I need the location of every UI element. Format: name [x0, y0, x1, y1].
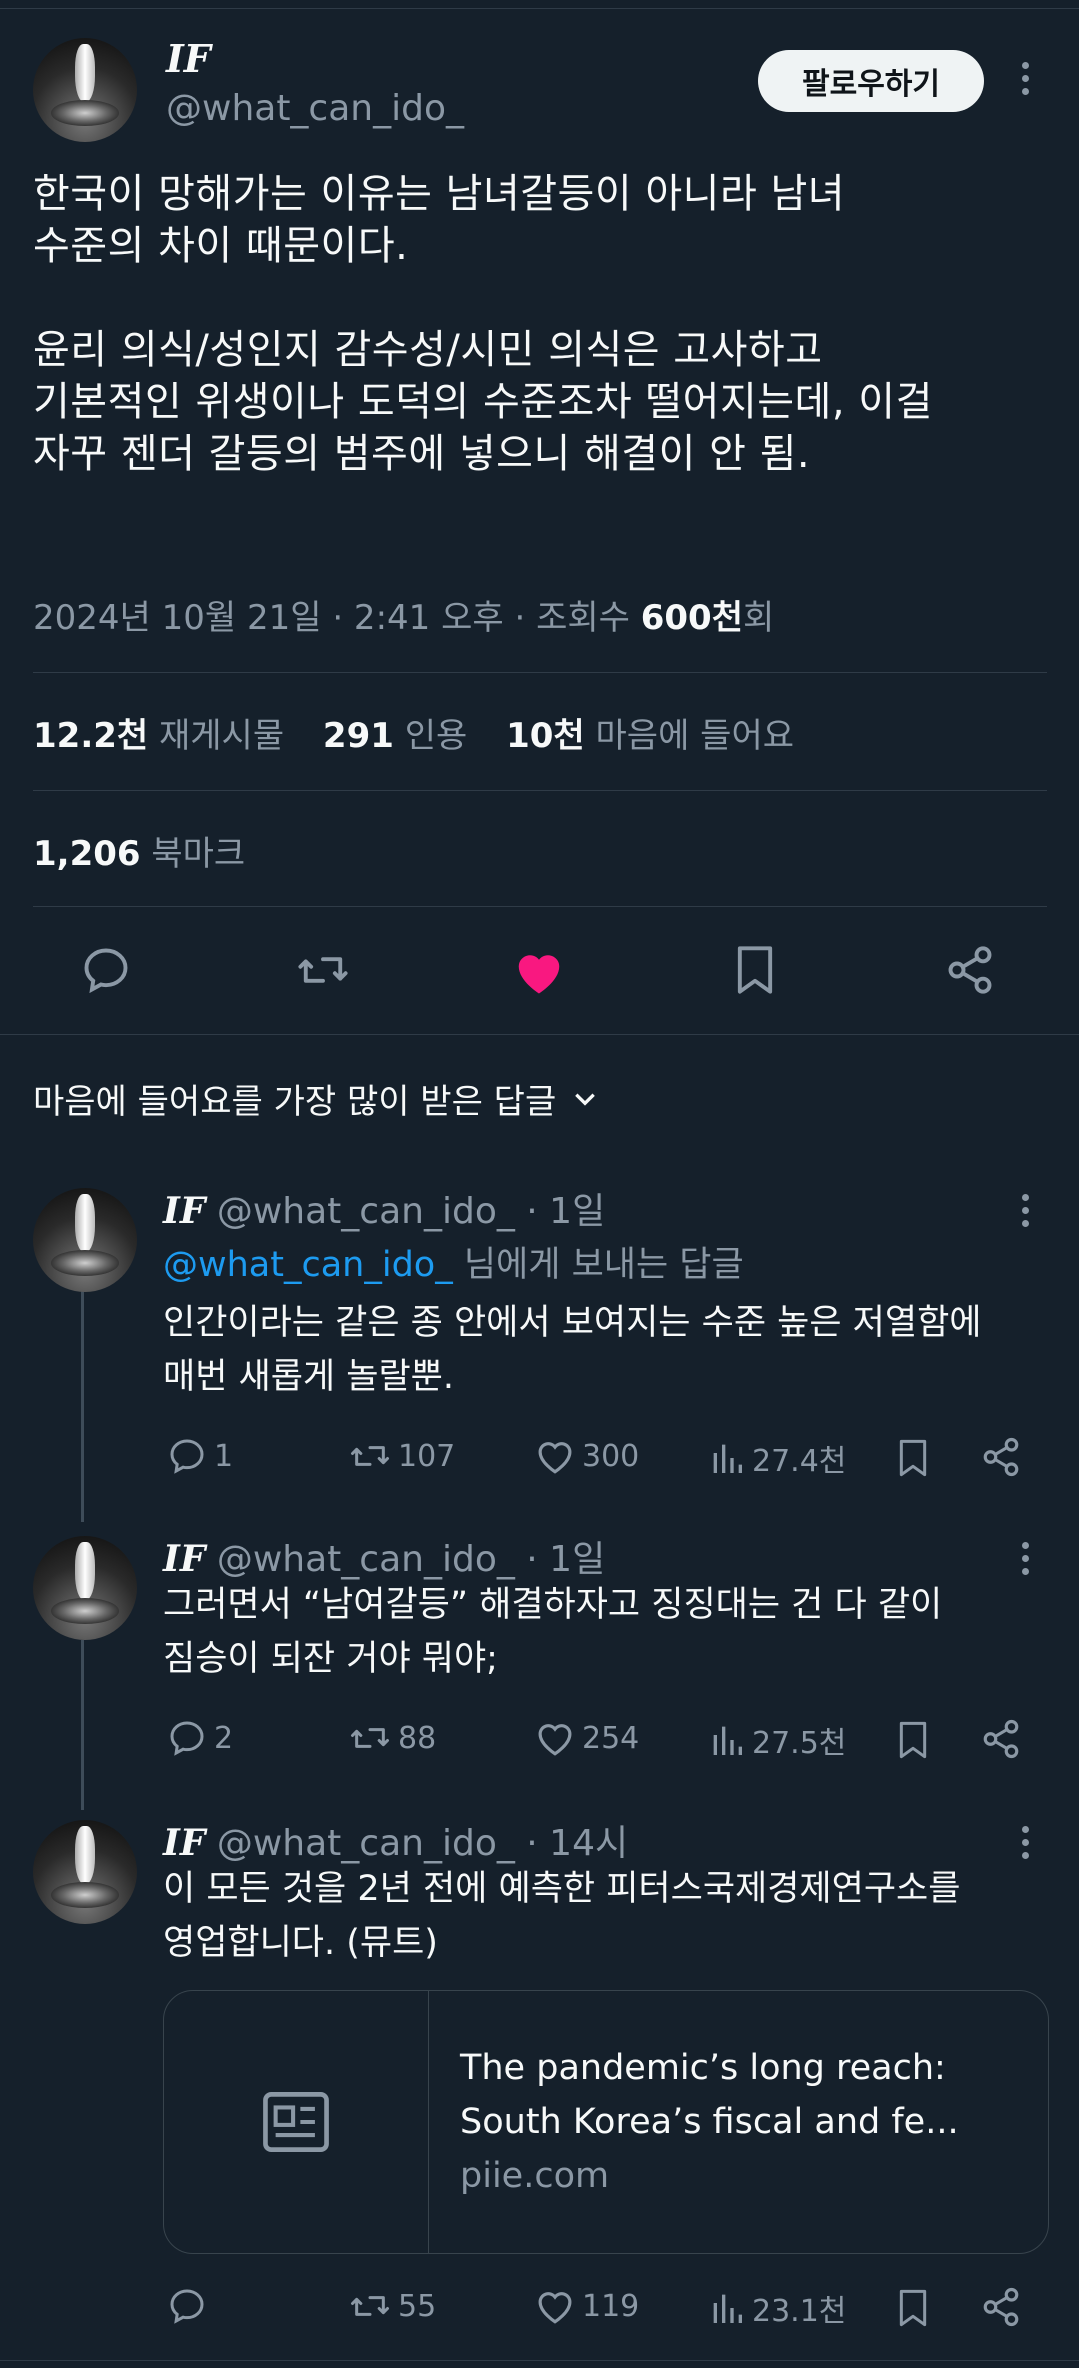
bookmark-icon[interactable]: [733, 944, 777, 1000]
views-count[interactable]: 27.5천: [708, 1718, 846, 1762]
divider: [0, 2360, 1079, 2361]
divider: [33, 790, 1047, 791]
reply-count[interactable]: [166, 2286, 214, 2326]
more-options-icon[interactable]: [1022, 1826, 1034, 1865]
repost-count[interactable]: 107: [348, 1436, 455, 1476]
reply-text-line: 인간이라는 같은 종 안에서 보여지는 수준 높은 저열함에: [163, 1303, 982, 1343]
reply-text: 인간이라는 같은 종 안에서 보여지는 수준 높은 저열함에 매번 새롭게 놀랄…: [163, 1296, 1043, 1404]
views-count[interactable]: 27.4천: [708, 1436, 846, 1480]
reply-to-handle[interactable]: @what_can_ido_: [163, 1245, 453, 1285]
view-count: 600천: [640, 598, 743, 638]
article-icon: [263, 2092, 329, 2152]
likes-stat[interactable]: 10천 마음에 들어요: [506, 716, 794, 756]
reply-handle[interactable]: @what_can_ido_: [217, 1191, 515, 1232]
bookmark-icon[interactable]: [896, 1720, 930, 1764]
reply-avatar[interactable]: [33, 1536, 137, 1640]
link-preview-card[interactable]: The pandemic’s long reach: South Korea’s…: [163, 1990, 1049, 2254]
like-count[interactable]: 119: [534, 2286, 639, 2326]
card-title-line: South Korea’s fiscal and fe...: [460, 2102, 959, 2142]
reply-count[interactable]: 1: [166, 1436, 233, 1476]
share-icon[interactable]: [980, 2286, 1022, 2332]
reply-display-name[interactable]: IF: [163, 1538, 205, 1580]
chevron-down-icon: [575, 1093, 596, 1106]
post-text-line: [33, 272, 1053, 324]
view-suffix: 회: [743, 598, 775, 638]
timestamp[interactable]: 2024년 10월 21일 · 2:41 오후 · 조회수: [33, 598, 641, 638]
reply-header: IF @what_can_ido_ · 1일: [163, 1530, 605, 1582]
reply-text-line: 그러면서 “남여갈등” 해결하자고 징징대는 건 다 같이: [163, 1585, 943, 1625]
reply-text: 그러면서 “남여갈등” 해결하자고 징징대는 건 다 같이 짐승이 되잔 거야 …: [163, 1578, 1043, 1686]
reply-avatar[interactable]: [33, 1188, 137, 1292]
reply-header: IF @what_can_ido_ · 14시: [163, 1814, 628, 1866]
engagement-stats: 12.2천 재게시물 291 인용 10천 마음에 들어요: [33, 708, 794, 757]
reply-time[interactable]: · 1일: [515, 1539, 605, 1580]
reply-count[interactable]: 2: [166, 1718, 233, 1758]
top-border: [0, 0, 1079, 9]
reply-icon[interactable]: [80, 944, 132, 1000]
reply-time[interactable]: · 14시: [515, 1823, 628, 1864]
bookmark-icon[interactable]: [896, 1438, 930, 1482]
reply-display-name[interactable]: IF: [163, 1822, 205, 1864]
post-text-line: 한국이 망해가는 이유는 남녀갈등이 아니라 남녀: [33, 171, 846, 217]
more-options-icon[interactable]: [1022, 1542, 1034, 1581]
replies-sort-dropdown[interactable]: 마음에 들어요를 가장 많이 받은 답글: [33, 1074, 598, 1123]
share-icon[interactable]: [980, 1436, 1022, 1482]
like-count[interactable]: 254: [534, 1718, 639, 1758]
reposts-stat[interactable]: 12.2천 재게시물: [33, 716, 284, 756]
handle[interactable]: @what_can_ido_: [166, 88, 464, 129]
reply-handle[interactable]: @what_can_ido_: [217, 1823, 515, 1864]
post-text-line: 자꾸 젠더 갈등의 범주에 넣으니 해결이 안 됨.: [33, 431, 811, 477]
divider: [33, 906, 1047, 907]
more-options-icon[interactable]: [1022, 62, 1034, 101]
reply-time[interactable]: · 1일: [515, 1191, 605, 1232]
reply-to-line: @what_can_ido_ 님에게 보내는 답글: [163, 1236, 744, 1287]
repost-count[interactable]: 55: [348, 2286, 436, 2326]
bookmarks-stat[interactable]: 1,206 북마크: [33, 826, 245, 875]
reply-text-line: 영업합니다. (뮤트): [163, 1923, 438, 1963]
repost-count[interactable]: 88: [348, 1718, 436, 1758]
timestamp-row: 2024년 10월 21일 · 2:41 오후 · 조회수 600천회: [33, 590, 774, 639]
more-options-icon[interactable]: [1022, 1194, 1034, 1233]
card-domain: piie.com: [460, 2156, 610, 2196]
reply-display-name[interactable]: IF: [163, 1190, 205, 1232]
avatar[interactable]: [33, 38, 137, 142]
share-icon[interactable]: [944, 944, 996, 1000]
card-title-line: The pandemic’s long reach:: [460, 2048, 946, 2088]
post-text: 한국이 망해가는 이유는 남녀갈등이 아니라 남녀 수준의 차이 때문이다. 윤…: [33, 168, 1053, 480]
thread-line: [81, 1290, 84, 1522]
reply-handle[interactable]: @what_can_ido_: [217, 1539, 515, 1580]
post-text-line: 기본적인 위생이나 도덕의 수준조차 떨어지는데, 이걸: [33, 379, 933, 425]
follow-button[interactable]: 팔로우하기: [758, 50, 984, 112]
bookmark-icon[interactable]: [896, 2288, 930, 2332]
reply-text-line: 짐승이 되잔 거야 뭐야;: [163, 1639, 498, 1679]
reply-text: 이 모든 것을 2년 전에 예측한 피터스국제경제연구소를 영업합니다. (뮤트…: [163, 1862, 1043, 1970]
quotes-stat[interactable]: 291 인용: [323, 716, 467, 756]
thread-line: [81, 1640, 84, 1810]
replies-sort-label: 마음에 들어요를 가장 많이 받은 답글: [33, 1082, 557, 1122]
divider: [33, 672, 1047, 673]
like-count[interactable]: 300: [534, 1436, 639, 1476]
card-thumbnail: [164, 1991, 429, 2253]
display-name[interactable]: IF: [166, 36, 211, 81]
like-icon-active[interactable]: [512, 946, 566, 1000]
post-text-line: 수준의 차이 때문이다.: [33, 223, 409, 269]
post-text-line: 윤리 의식/성인지 감수성/시민 의식은 고사하고: [33, 327, 823, 373]
card-content: The pandemic’s long reach: South Korea’s…: [460, 2041, 1030, 2203]
repost-icon[interactable]: [295, 944, 351, 1000]
divider: [0, 1034, 1079, 1035]
reply-avatar[interactable]: [33, 1820, 137, 1924]
reply-text-line: 이 모든 것을 2년 전에 예측한 피터스국제경제연구소를: [163, 1869, 961, 1909]
reply-to-suffix: 님에게 보내는 답글: [452, 1245, 744, 1285]
reply-header: IF @what_can_ido_ · 1일: [163, 1182, 605, 1234]
share-icon[interactable]: [980, 1718, 1022, 1764]
reply-text-line: 매번 새롭게 놀랄뿐.: [163, 1357, 454, 1397]
views-count[interactable]: 23.1천: [708, 2286, 846, 2330]
